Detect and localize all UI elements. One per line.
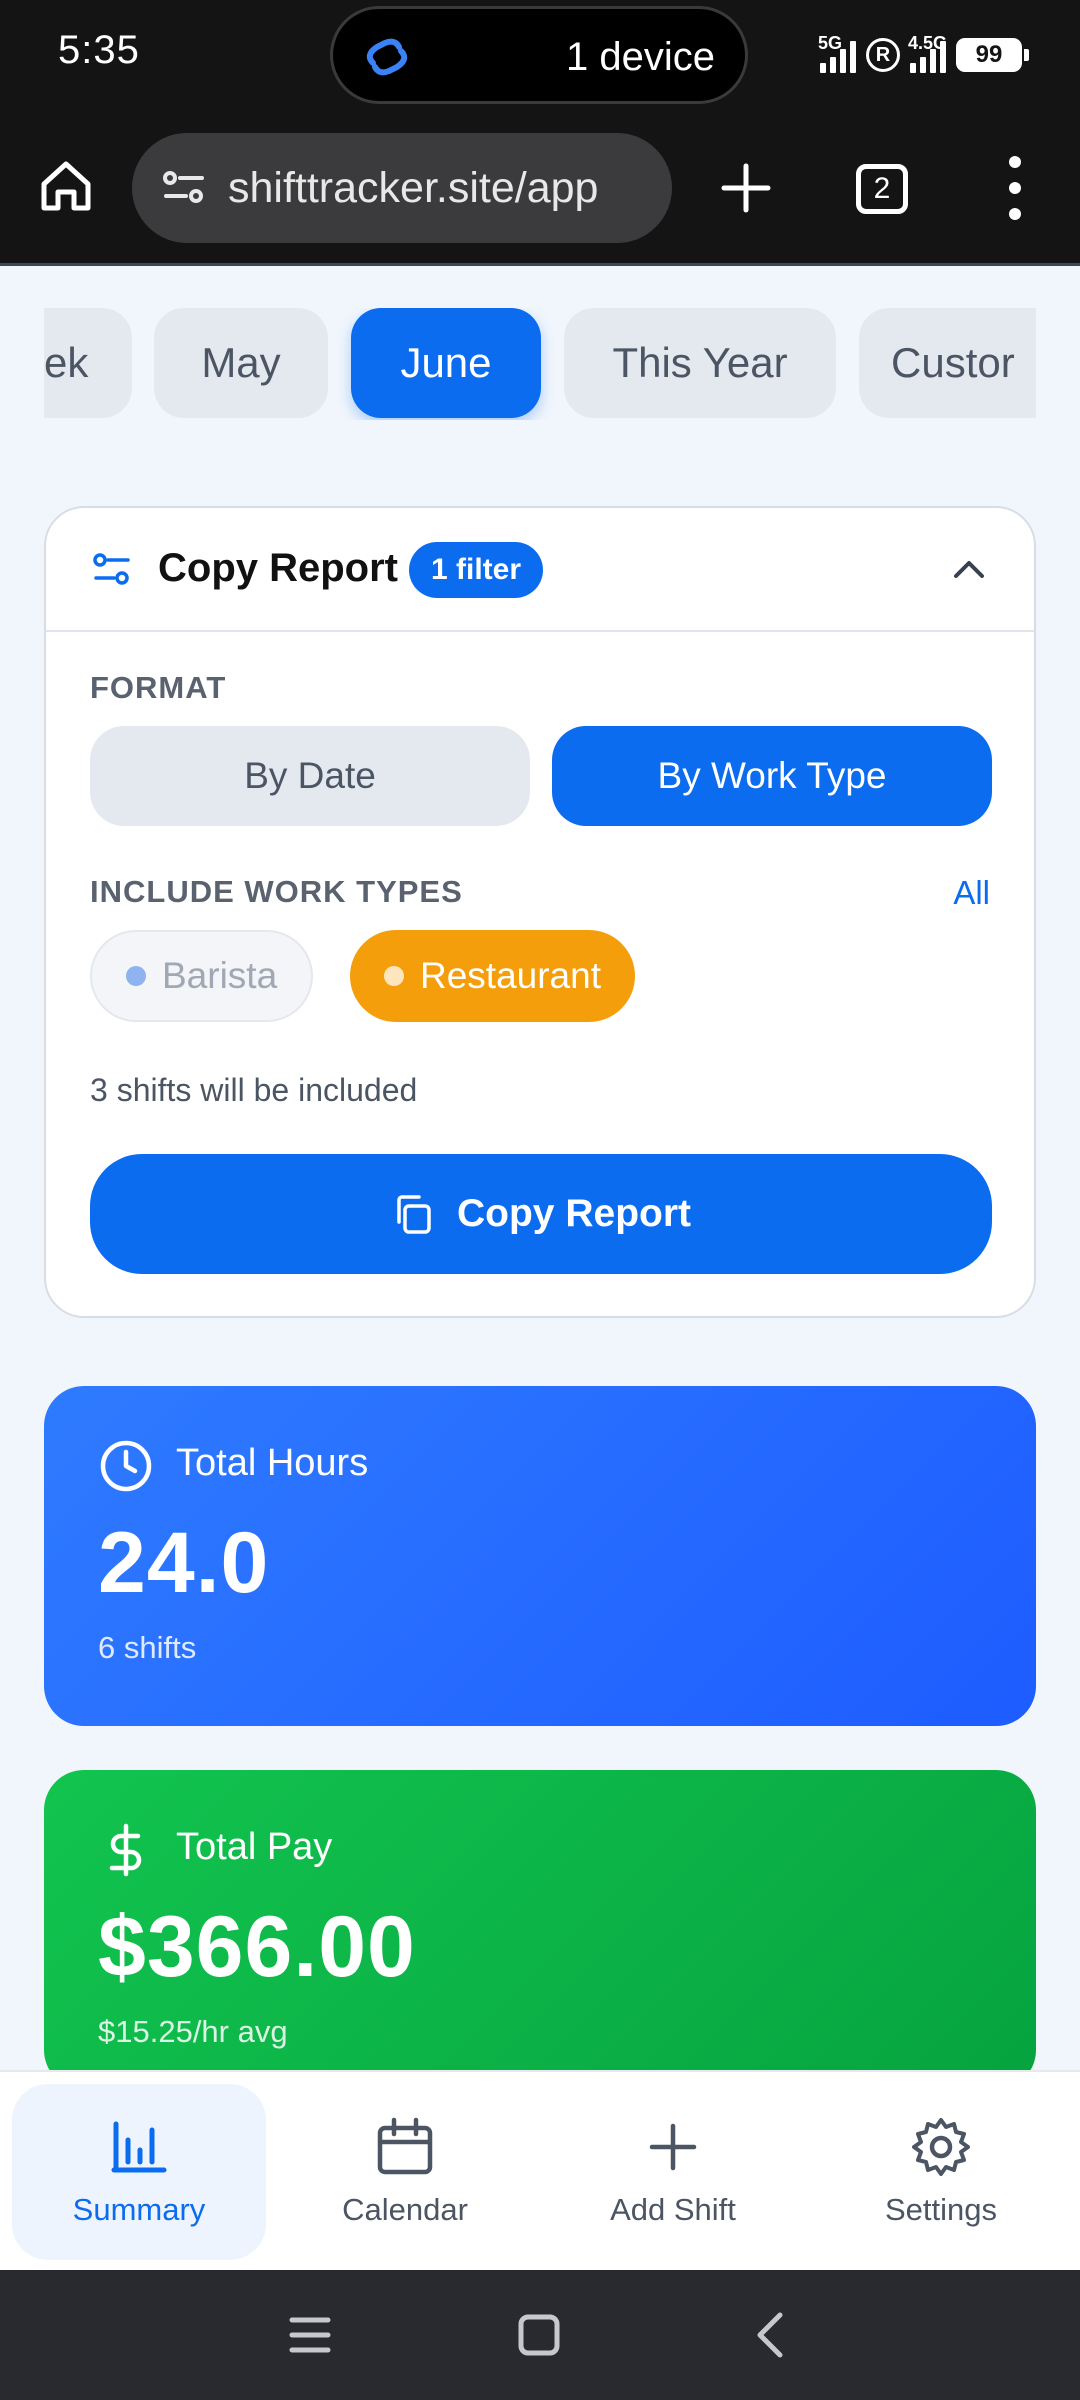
nav-label: Add Shift <box>610 2192 736 2227</box>
signal-4g-icon: 4.5G <box>908 33 947 73</box>
gear-icon <box>912 2118 970 2176</box>
dollar-icon <box>109 1823 142 1877</box>
restaurant-color-dot <box>384 966 404 986</box>
work-type-chip-restaurant[interactable]: Restaurant <box>350 930 635 1022</box>
bottom-navigation: Summary Calendar Add Shift Settings <box>0 2070 1080 2270</box>
browser-toolbar: shifttracker.site/app 2 <box>0 108 1080 266</box>
hourly-average: $15.25/hr avg <box>98 2014 288 2049</box>
nav-label: Calendar <box>342 2192 468 2227</box>
roaming-icon: R <box>866 38 900 72</box>
period-chip-week[interactable]: ek <box>44 308 132 418</box>
total-pay-value: $366.00 <box>98 1899 416 1995</box>
copy-report-title: Copy Report <box>158 546 398 590</box>
format-by-date-button[interactable]: By Date <box>90 726 530 826</box>
work-type-label: Restaurant <box>420 955 601 996</box>
total-hours-card: Total Hours 24.0 6 shifts <box>44 1386 1036 1726</box>
period-selector: ek May June This Year Custor <box>44 308 1036 420</box>
format-by-work-type-button[interactable]: By Work Type <box>552 726 992 826</box>
copy-report-button-label: Copy Report <box>457 1192 691 1235</box>
bar-chart-icon <box>111 2121 167 2173</box>
filter-count-badge: 1 filter <box>409 542 544 598</box>
url-text: shifttracker.site/app <box>228 163 599 212</box>
sliders-icon <box>93 553 130 585</box>
copy-report-header[interactable]: Copy Report 1 filter <box>46 508 1034 632</box>
status-indicators: 5G R 4.5G 99 <box>818 30 1029 80</box>
battery-icon: 99 <box>956 38 1029 72</box>
nav-label: Settings <box>884 2192 997 2227</box>
site-settings-icon[interactable] <box>162 168 206 208</box>
recent-apps-icon[interactable] <box>288 2310 332 2360</box>
nav-item-add-shift[interactable]: Add Shift <box>546 2084 800 2260</box>
dynamic-island-pill[interactable]: 1 device <box>330 6 748 104</box>
nav-item-settings[interactable]: Settings <box>814 2084 1068 2260</box>
clock-icon <box>100 1440 152 1492</box>
signal-5g-icon: 5G <box>818 33 856 73</box>
home-icon[interactable] <box>36 156 96 216</box>
work-type-label: Barista <box>162 955 278 996</box>
work-type-chip-barista[interactable]: Barista <box>90 930 314 1022</box>
copy-report-button[interactable]: Copy Report <box>90 1154 992 1274</box>
plus-icon <box>649 2123 697 2171</box>
back-icon[interactable] <box>750 2310 790 2360</box>
copy-report-panel: Copy Report 1 filter FORMAT By Date By W… <box>44 506 1036 1318</box>
barista-color-dot <box>126 966 146 986</box>
copy-icon <box>397 1195 431 1234</box>
included-shifts-note: 3 shifts will be included <box>90 1072 418 1108</box>
home-nav-icon[interactable] <box>516 2310 562 2360</box>
period-chip-may[interactable]: May <box>154 308 328 418</box>
nav-item-calendar[interactable]: Calendar <box>278 2084 532 2260</box>
select-all-link[interactable]: All <box>953 874 990 912</box>
pill-text: 1 device <box>566 35 715 79</box>
total-pay-label: Total Pay <box>176 1826 333 1868</box>
url-bar[interactable]: shifttracker.site/app <box>132 133 672 243</box>
period-chip-custom[interactable]: Custor <box>859 308 1036 418</box>
period-chip-this-year[interactable]: This Year <box>564 308 836 418</box>
system-navigation-bar <box>0 2270 1080 2400</box>
total-pay-card: Total Pay $366.00 $15.25/hr avg <box>44 1770 1036 2090</box>
total-hours-value: 24.0 <box>98 1515 270 1611</box>
format-label: FORMAT <box>90 670 227 705</box>
calendar-icon <box>377 2117 433 2175</box>
shift-count: 6 shifts <box>98 1630 197 1665</box>
new-tab-icon[interactable] <box>716 158 776 218</box>
nav-label: Summary <box>72 2192 206 2227</box>
chevron-up-icon[interactable] <box>952 554 986 584</box>
period-chip-june[interactable]: June <box>351 308 541 418</box>
link-icon <box>366 38 408 76</box>
include-work-types-label: INCLUDE WORK TYPES <box>90 874 463 909</box>
status-bar: 5:35 1 device 5G R 4.5G 99 <box>0 0 1080 108</box>
status-time: 5:35 <box>58 28 140 72</box>
tab-switcher-button[interactable]: 2 <box>856 164 908 214</box>
total-hours-label: Total Hours <box>176 1442 369 1484</box>
more-menu-icon[interactable] <box>1000 156 1030 220</box>
nav-item-summary[interactable]: Summary <box>12 2084 266 2260</box>
